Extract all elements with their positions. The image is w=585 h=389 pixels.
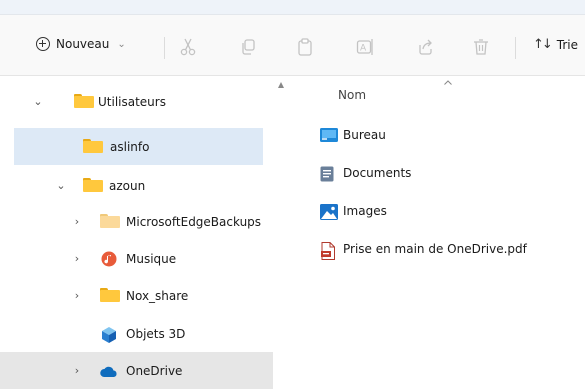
navigation-pane: ⌄ Utilisateurs aslinfo ⌄ azoun › Microso… bbox=[0, 76, 285, 389]
folder-icon bbox=[100, 214, 120, 230]
nav-item-aslinfo[interactable]: aslinfo bbox=[14, 128, 263, 165]
svg-text:A: A bbox=[360, 44, 367, 54]
nav-item-label: Musique bbox=[126, 251, 177, 266]
nav-scrollbar[interactable] bbox=[278, 76, 285, 388]
nav-item-label: Nox_share bbox=[126, 288, 189, 303]
scroll-up-arrow-icon[interactable] bbox=[278, 82, 284, 88]
onedrive-cloud-icon bbox=[99, 365, 119, 381]
nav-item-utilisateurs[interactable]: ⌄ Utilisateurs bbox=[0, 83, 273, 120]
nav-item-microsoftedgebackups[interactable]: › MicrosoftEdgeBackups bbox=[0, 203, 273, 240]
file-item-label: Documents bbox=[343, 166, 412, 180]
folder-icon bbox=[100, 288, 120, 304]
file-item-label: Images bbox=[343, 204, 387, 218]
nav-item-label: Objets 3D bbox=[126, 326, 186, 341]
3d-objects-icon bbox=[100, 326, 120, 343]
file-item-bureau[interactable]: Bureau bbox=[320, 128, 386, 142]
nav-item-label: Utilisateurs bbox=[98, 94, 166, 109]
chevron-down-icon: ⌄ bbox=[117, 38, 126, 50]
chevron-right-icon[interactable]: › bbox=[71, 364, 83, 377]
command-bar: Nouveau ⌄ A ↑↓ Trie bbox=[0, 15, 585, 76]
file-item-documents[interactable]: Documents bbox=[320, 166, 412, 182]
copy-icon[interactable] bbox=[237, 36, 259, 58]
toolbar-divider bbox=[164, 37, 165, 59]
plus-circle-icon bbox=[36, 37, 50, 51]
pictures-folder-icon bbox=[320, 204, 338, 220]
paste-icon[interactable] bbox=[294, 36, 316, 58]
nav-item-label: MicrosoftEdgeBackups bbox=[126, 214, 262, 229]
file-item-label: Bureau bbox=[343, 128, 386, 142]
toolbar-divider bbox=[515, 37, 516, 59]
sort-ascending-icon bbox=[444, 80, 452, 85]
column-header-name[interactable]: Nom bbox=[338, 88, 366, 102]
nav-item-label: aslinfo bbox=[110, 139, 150, 154]
nav-item-objets-3d[interactable]: Objets 3D bbox=[0, 315, 273, 352]
window-top-strip bbox=[0, 0, 585, 15]
folder-icon bbox=[74, 94, 94, 110]
sort-button[interactable]: ↑↓ Trie bbox=[533, 37, 578, 52]
desktop-folder-icon bbox=[320, 128, 338, 142]
nav-item-nox-share[interactable]: › Nox_share bbox=[0, 277, 273, 314]
cut-icon[interactable] bbox=[177, 36, 199, 58]
sort-button-label: Trie bbox=[556, 37, 579, 52]
nav-item-musique[interactable]: › Musique bbox=[0, 240, 273, 277]
nav-item-azoun[interactable]: ⌄ azoun bbox=[0, 167, 273, 204]
file-item-label: Prise en main de OneDrive.pdf bbox=[343, 242, 527, 256]
nav-item-onedrive[interactable]: › OneDrive bbox=[0, 352, 273, 389]
chevron-right-icon[interactable]: › bbox=[71, 289, 83, 302]
sort-arrows-icon: ↑↓ bbox=[533, 37, 553, 52]
rename-icon[interactable]: A bbox=[354, 36, 376, 58]
file-item-pdf[interactable]: Prise en main de OneDrive.pdf bbox=[320, 242, 527, 260]
nav-item-label: OneDrive bbox=[126, 363, 183, 378]
file-list: Nom Bureau Documents Images Prise en mai… bbox=[298, 76, 585, 388]
folder-icon bbox=[83, 178, 103, 194]
pdf-file-icon bbox=[320, 242, 336, 260]
music-folder-icon bbox=[100, 251, 120, 267]
folder-icon bbox=[83, 139, 103, 155]
file-item-images[interactable]: Images bbox=[320, 204, 387, 220]
nav-item-label: azoun bbox=[109, 178, 146, 193]
chevron-right-icon[interactable]: › bbox=[71, 215, 83, 228]
chevron-down-icon[interactable]: ⌄ bbox=[55, 179, 67, 192]
documents-folder-icon bbox=[320, 166, 336, 182]
chevron-down-icon[interactable]: ⌄ bbox=[32, 95, 44, 108]
share-icon[interactable] bbox=[414, 36, 436, 58]
new-button[interactable]: Nouveau ⌄ bbox=[36, 37, 126, 51]
new-button-label: Nouveau bbox=[56, 37, 110, 51]
delete-icon[interactable] bbox=[470, 36, 492, 58]
chevron-right-icon[interactable]: › bbox=[71, 252, 83, 265]
